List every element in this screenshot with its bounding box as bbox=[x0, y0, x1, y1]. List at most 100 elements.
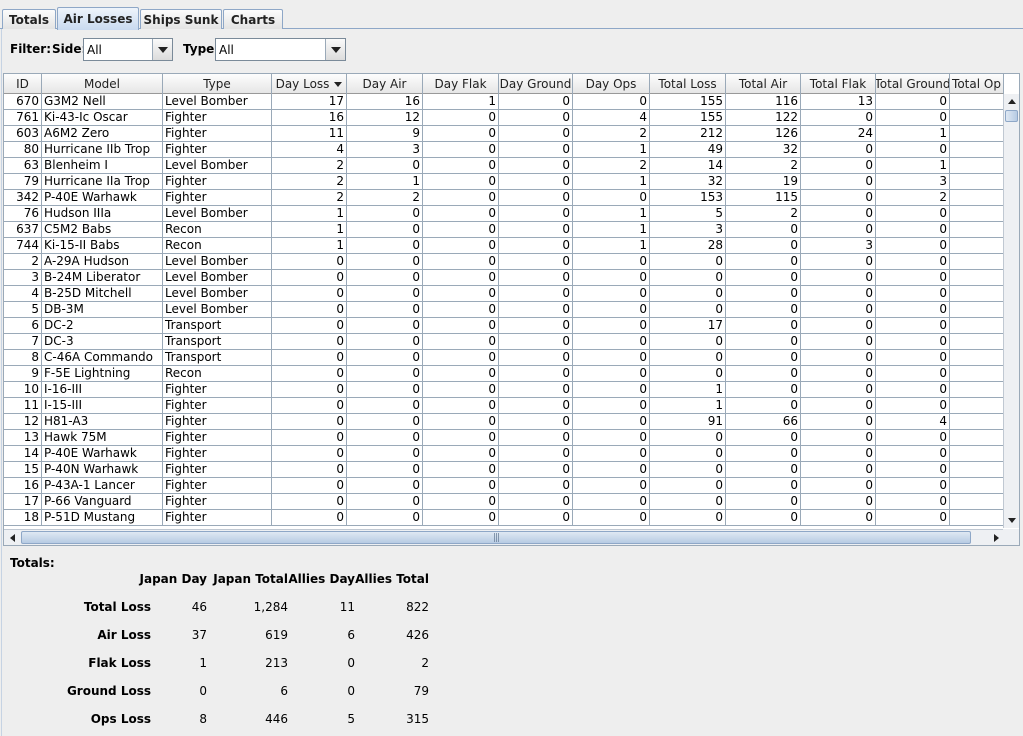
table-cell: 0 bbox=[347, 366, 423, 382]
tab-charts[interactable]: Charts bbox=[223, 9, 283, 29]
table-row[interactable]: 76 Hudson IIIa Level Bomber 1 0 0 0 1 5 2 0 0 bbox=[4, 206, 1004, 222]
column-header[interactable]: Day Ground bbox=[499, 74, 573, 94]
table-cell: 0 bbox=[499, 110, 573, 126]
table-cell: 0 bbox=[876, 334, 950, 350]
table-row[interactable]: 12 H81-A3 Fighter 0 0 0 0 0 91 66 0 4 bbox=[4, 414, 1004, 430]
horizontal-scrollbar[interactable]: ||| bbox=[4, 529, 1004, 545]
table-row[interactable]: 11 I-15-III Fighter 0 0 0 0 0 1 0 0 0 bbox=[4, 398, 1004, 414]
scroll-left-icon[interactable] bbox=[4, 530, 20, 545]
vertical-scrollbar[interactable] bbox=[1003, 94, 1019, 528]
column-header[interactable]: Total Ground bbox=[876, 74, 950, 94]
table-row[interactable]: 13 Hawk 75M Fighter 0 0 0 0 0 0 0 0 0 bbox=[4, 430, 1004, 446]
column-header[interactable]: Total Air bbox=[726, 74, 801, 94]
table-row[interactable]: 670 G3M2 Nell Level Bomber 17 16 1 0 0 155 116 13 0 bbox=[4, 94, 1004, 110]
tab-totals[interactable]: Totals bbox=[2, 9, 56, 29]
table-cell: 0 bbox=[499, 190, 573, 206]
table-row[interactable]: 744 Ki-15-II Babs Recon 1 0 0 0 1 28 0 3 0 bbox=[4, 238, 1004, 254]
table-row[interactable]: 8 C-46A Commando Transport 0 0 0 0 0 0 0 0 0 bbox=[4, 350, 1004, 366]
table-cell: 0 bbox=[272, 366, 347, 382]
vertical-scroll-thumb[interactable] bbox=[1005, 110, 1018, 122]
table-row[interactable]: 10 I-16-III Fighter 0 0 0 0 0 1 0 0 0 bbox=[4, 382, 1004, 398]
table-cell: Recon bbox=[163, 366, 272, 382]
table-row[interactable]: 6 DC-2 Transport 0 0 0 0 0 17 0 0 0 bbox=[4, 318, 1004, 334]
table-cell: 0 bbox=[801, 286, 876, 302]
table-cell: 0 bbox=[876, 238, 950, 254]
table-cell bbox=[950, 206, 1004, 222]
table-cell: 0 bbox=[801, 350, 876, 366]
table-cell: 0 bbox=[272, 494, 347, 510]
column-header[interactable]: ID bbox=[4, 74, 42, 94]
tab-air-losses[interactable]: Air Losses bbox=[57, 7, 139, 30]
table-row[interactable]: 79 Hurricane IIa Trop Fighter 2 1 0 0 1 32 19 0 3 bbox=[4, 174, 1004, 190]
table-cell: 0 bbox=[801, 462, 876, 478]
table-row[interactable]: 603 A6M2 Zero Fighter 11 9 0 0 2 212 126 24 1 bbox=[4, 126, 1004, 142]
table-cell: F-5E Lightning bbox=[42, 366, 163, 382]
table-cell: 0 bbox=[650, 334, 726, 350]
table-cell: 0 bbox=[347, 398, 423, 414]
table-cell: 0 bbox=[801, 510, 876, 526]
table-row[interactable]: 17 P-66 Vanguard Fighter 0 0 0 0 0 0 0 0 0 bbox=[4, 494, 1004, 510]
table-cell: Level Bomber bbox=[163, 206, 272, 222]
table-cell: 0 bbox=[272, 462, 347, 478]
table-row[interactable]: 3 B-24M Liberator Level Bomber 0 0 0 0 0 0 0 0 0 bbox=[4, 270, 1004, 286]
table-cell bbox=[950, 334, 1004, 350]
chevron-down-icon[interactable] bbox=[152, 39, 172, 60]
table-cell: 0 bbox=[876, 110, 950, 126]
table-row[interactable]: 2 A-29A Hudson Level Bomber 0 0 0 0 0 0 0 0 0 bbox=[4, 254, 1004, 270]
table-row[interactable]: 14 P-40E Warhawk Fighter 0 0 0 0 0 0 0 0 0 bbox=[4, 446, 1004, 462]
scroll-right-icon[interactable] bbox=[988, 530, 1004, 545]
table-cell bbox=[950, 446, 1004, 462]
table-row[interactable]: 4 B-25D Mitchell Level Bomber 0 0 0 0 0 0 0 0 0 bbox=[4, 286, 1004, 302]
table-cell: 0 bbox=[876, 206, 950, 222]
table-row[interactable]: 5 DB-3M Level Bomber 0 0 0 0 0 0 0 0 0 bbox=[4, 302, 1004, 318]
column-header[interactable]: Day Loss bbox=[272, 74, 347, 94]
table-cell: P-51D Mustang bbox=[42, 510, 163, 526]
table-row[interactable]: 15 P-40N Warhawk Fighter 0 0 0 0 0 0 0 0 0 bbox=[4, 462, 1004, 478]
table-row[interactable]: 342 P-40E Warhawk Fighter 2 2 0 0 0 153 115 0 2 bbox=[4, 190, 1004, 206]
column-header[interactable]: Day Air bbox=[347, 74, 423, 94]
table-cell: 0 bbox=[726, 222, 801, 238]
table-row[interactable]: 9 F-5E Lightning Recon 0 0 0 0 0 0 0 0 0 bbox=[4, 366, 1004, 382]
table-cell: 0 bbox=[801, 206, 876, 222]
side-select[interactable]: All bbox=[83, 38, 173, 61]
table-cell: 1 bbox=[573, 174, 650, 190]
table-cell: 0 bbox=[423, 270, 499, 286]
table-cell: 0 bbox=[499, 414, 573, 430]
table-row[interactable]: 80 Hurricane IIb Trop Fighter 4 3 0 0 1 49 32 0 0 bbox=[4, 142, 1004, 158]
column-header[interactable]: Day Ops bbox=[573, 74, 650, 94]
table-cell: 8 bbox=[4, 350, 42, 366]
table-cell: 0 bbox=[499, 446, 573, 462]
table-cell: 0 bbox=[272, 270, 347, 286]
table-cell: Level Bomber bbox=[163, 302, 272, 318]
column-header[interactable]: Model bbox=[42, 74, 163, 94]
scroll-up-icon[interactable] bbox=[1004, 94, 1019, 109]
table-cell: 0 bbox=[801, 318, 876, 334]
table-row[interactable]: 7 DC-3 Transport 0 0 0 0 0 0 0 0 0 bbox=[4, 334, 1004, 350]
tab-bar: Totals Air Losses Ships Sunk Charts bbox=[0, 0, 1023, 30]
table-cell: Hurricane IIb Trop bbox=[42, 142, 163, 158]
table-row[interactable]: 63 Blenheim I Level Bomber 2 0 0 0 2 14 2 0 1 bbox=[4, 158, 1004, 174]
scroll-down-icon[interactable] bbox=[1004, 513, 1019, 528]
table-cell: 0 bbox=[801, 366, 876, 382]
table-cell: 0 bbox=[272, 350, 347, 366]
table-cell: A6M2 Zero bbox=[42, 126, 163, 142]
table-cell: 0 bbox=[347, 286, 423, 302]
totals-value: 5 bbox=[347, 712, 355, 726]
column-header[interactable]: Type bbox=[163, 74, 272, 94]
chevron-down-icon[interactable] bbox=[325, 39, 345, 60]
column-header[interactable]: Total Loss bbox=[650, 74, 726, 94]
table-row[interactable]: 637 C5M2 Babs Recon 1 0 0 0 1 3 0 0 0 bbox=[4, 222, 1004, 238]
column-header[interactable]: Total Op bbox=[950, 74, 1004, 94]
column-header[interactable]: Total Flak bbox=[801, 74, 876, 94]
table-cell: 1 bbox=[876, 158, 950, 174]
table-row[interactable]: 16 P-43A-1 Lancer Fighter 0 0 0 0 0 0 0 0 0 bbox=[4, 478, 1004, 494]
table-row[interactable]: 761 Ki-43-Ic Oscar Fighter 16 12 0 0 4 155 122 0 0 bbox=[4, 110, 1004, 126]
table-cell: 0 bbox=[423, 382, 499, 398]
type-select[interactable]: All bbox=[215, 38, 346, 61]
table-cell: 0 bbox=[423, 174, 499, 190]
table-cell: 6 bbox=[4, 318, 42, 334]
tab-ships-sunk[interactable]: Ships Sunk bbox=[140, 9, 222, 29]
horizontal-scroll-thumb[interactable]: ||| bbox=[21, 531, 971, 544]
column-header[interactable]: Day Flak bbox=[423, 74, 499, 94]
table-row[interactable]: 18 P-51D Mustang Fighter 0 0 0 0 0 0 0 0 0 bbox=[4, 510, 1004, 526]
